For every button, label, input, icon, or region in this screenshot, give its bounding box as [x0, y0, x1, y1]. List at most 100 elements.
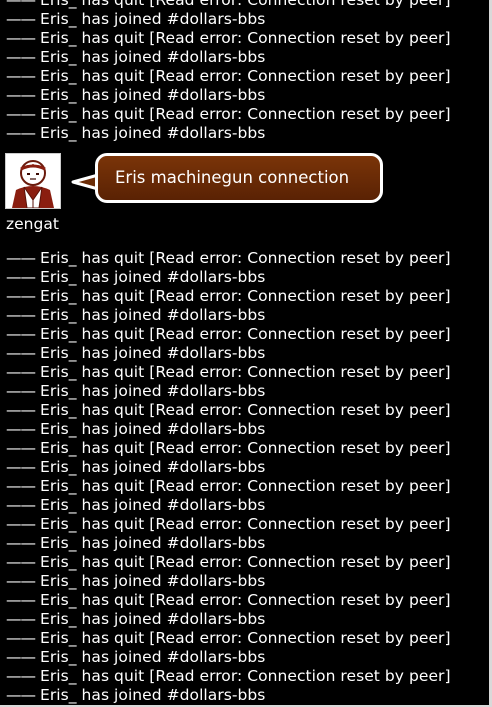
line-text: Eris_ has joined #dollars-bbs: [40, 10, 266, 28]
system-message-line: —— Eris_ has joined #dollars-bbs: [0, 496, 489, 515]
line-text: Eris_ has joined #dollars-bbs: [40, 420, 266, 438]
system-message-line: —— Eris_ has quit [Read error: Connection…: [0, 325, 489, 344]
system-message-line: —— Eris_ has quit [Read error: Connection…: [0, 363, 489, 382]
line-text: Eris_ has quit [Read error: Connection r…: [40, 477, 451, 495]
line-text: Eris_ has quit [Read error: Connection r…: [40, 363, 451, 381]
line-dash: ——: [6, 401, 36, 419]
line-dash: ——: [6, 496, 36, 514]
system-message-line: —— Eris_ has joined #dollars-bbs: [0, 534, 489, 553]
system-message-line: —— Eris_ has quit [Read error: Connection…: [0, 29, 489, 48]
person-avatar-icon: [6, 154, 60, 208]
system-message-line: —— Eris_ has joined #dollars-bbs: [0, 686, 489, 705]
system-message-line: —— Eris_ has quit [Read error: Connection…: [0, 401, 489, 420]
system-message-line: —— Eris_ has joined #dollars-bbs: [0, 306, 489, 325]
line-dash: ——: [6, 591, 36, 609]
line-text: Eris_ has joined #dollars-bbs: [40, 496, 266, 514]
line-dash: ——: [6, 325, 36, 343]
line-dash: ——: [6, 553, 36, 571]
system-message-line: —— Eris_ has joined #dollars-bbs: [0, 48, 489, 67]
line-dash: ——: [6, 477, 36, 495]
username[interactable]: zengat: [6, 215, 59, 234]
line-dash: ——: [6, 667, 36, 685]
line-dash: ——: [6, 686, 36, 704]
line-dash: ——: [6, 67, 36, 85]
system-message-line: —— Eris_ has joined #dollars-bbs: [0, 268, 489, 287]
system-message-line: —— Eris_ has joined #dollars-bbs: [0, 10, 489, 29]
line-text: Eris_ has joined #dollars-bbs: [40, 572, 266, 590]
line-dash: ——: [6, 10, 36, 28]
system-message-line: —— Eris_ has quit [Read error: Connection…: [0, 667, 489, 686]
line-dash: ——: [6, 287, 36, 305]
line-text: Eris_ has joined #dollars-bbs: [40, 124, 266, 142]
line-text: Eris_ has quit [Read error: Connection r…: [40, 249, 451, 267]
chat-window[interactable]: —— Eris_ has quit [Read error: Connection…: [0, 0, 492, 707]
line-dash: ——: [6, 515, 36, 533]
system-messages-before: —— Eris_ has quit [Read error: Connection…: [0, 0, 489, 143]
line-text: Eris_ has quit [Read error: Connection r…: [40, 401, 451, 419]
line-text: Eris_ has quit [Read error: Connection r…: [40, 105, 451, 123]
line-dash: ——: [6, 249, 36, 267]
system-message-line: —— Eris_ has joined #dollars-bbs: [0, 420, 489, 439]
line-dash: ——: [6, 344, 36, 362]
line-text: Eris_ has quit [Read error: Connection r…: [40, 515, 451, 533]
system-message-line: —— Eris_ has quit [Read error: Connection…: [0, 515, 489, 534]
system-message-line: —— Eris_ has quit [Read error: Connection…: [0, 105, 489, 124]
line-text: Eris_ has quit [Read error: Connection r…: [40, 553, 451, 571]
line-text: Eris_ has quit [Read error: Connection r…: [40, 29, 451, 47]
avatar[interactable]: [5, 153, 61, 209]
line-text: Eris_ has joined #dollars-bbs: [40, 306, 266, 324]
system-message-line: —— Eris_ has joined #dollars-bbs: [0, 572, 489, 591]
line-dash: ——: [6, 29, 36, 47]
line-dash: ——: [6, 86, 36, 104]
line-text: Eris_ has joined #dollars-bbs: [40, 458, 266, 476]
line-dash: ——: [6, 0, 36, 9]
line-text: Eris_ has joined #dollars-bbs: [40, 48, 266, 66]
line-text: Eris_ has joined #dollars-bbs: [40, 648, 266, 666]
system-message-line: —— Eris_ has quit [Read error: Connection…: [0, 287, 489, 306]
line-dash: ——: [6, 363, 36, 381]
line-dash: ——: [6, 105, 36, 123]
line-text: Eris_ has quit [Read error: Connection r…: [40, 67, 451, 85]
chat-log[interactable]: —— Eris_ has quit [Read error: Connection…: [0, 0, 489, 705]
line-text: Eris_ has joined #dollars-bbs: [40, 686, 266, 704]
line-text: Eris_ has quit [Read error: Connection r…: [40, 0, 451, 9]
system-message-line: —— Eris_ has joined #dollars-bbs: [0, 382, 489, 401]
line-text: Eris_ has joined #dollars-bbs: [40, 268, 266, 286]
system-message-line: —— Eris_ has joined #dollars-bbs: [0, 124, 489, 143]
line-dash: ——: [6, 382, 36, 400]
line-dash: ——: [6, 124, 36, 142]
message-text: Eris machinegun connection: [115, 168, 350, 187]
line-text: Eris_ has quit [Read error: Connection r…: [40, 591, 451, 609]
line-dash: ——: [6, 48, 36, 66]
line-text: Eris_ has quit [Read error: Connection r…: [40, 325, 451, 343]
system-message-line: —— Eris_ has quit [Read error: Connection…: [0, 439, 489, 458]
line-dash: ——: [6, 648, 36, 666]
line-text: Eris_ has joined #dollars-bbs: [40, 534, 266, 552]
line-text: Eris_ has quit [Read error: Connection r…: [40, 287, 451, 305]
system-message-line: —— Eris_ has quit [Read error: Connection…: [0, 67, 489, 86]
line-dash: ——: [6, 534, 36, 552]
system-message-line: —— Eris_ has joined #dollars-bbs: [0, 610, 489, 629]
line-text: Eris_ has quit [Read error: Connection r…: [40, 629, 451, 647]
system-message-line: —— Eris_ has joined #dollars-bbs: [0, 86, 489, 105]
line-text: Eris_ has quit [Read error: Connection r…: [40, 439, 451, 457]
system-message-line: —— Eris_ has quit [Read error: Connection…: [0, 591, 489, 610]
line-dash: ——: [6, 629, 36, 647]
line-dash: ——: [6, 572, 36, 590]
line-dash: ——: [6, 268, 36, 286]
system-message-line: —— Eris_ has quit [Read error: Connection…: [0, 477, 489, 496]
system-message-line: —— Eris_ has joined #dollars-bbs: [0, 344, 489, 363]
system-message-line: —— Eris_ has joined #dollars-bbs: [0, 648, 489, 667]
line-dash: ——: [6, 610, 36, 628]
line-dash: ——: [6, 420, 36, 438]
line-dash: ——: [6, 458, 36, 476]
system-message-line: —— Eris_ has quit [Read error: Connection…: [0, 249, 489, 268]
system-message-line: —— Eris_ has joined #dollars-bbs: [0, 458, 489, 477]
system-message-line: —— Eris_ has quit [Read error: Connection…: [0, 553, 489, 572]
system-messages-after: —— Eris_ has quit [Read error: Connection…: [0, 249, 489, 705]
line-text: Eris_ has quit [Read error: Connection r…: [40, 667, 451, 685]
message-bubble: Eris machinegun connection: [95, 153, 383, 203]
line-text: Eris_ has joined #dollars-bbs: [40, 86, 266, 104]
line-dash: ——: [6, 439, 36, 457]
system-message-line: —— Eris_ has quit [Read error: Connection…: [0, 0, 489, 10]
